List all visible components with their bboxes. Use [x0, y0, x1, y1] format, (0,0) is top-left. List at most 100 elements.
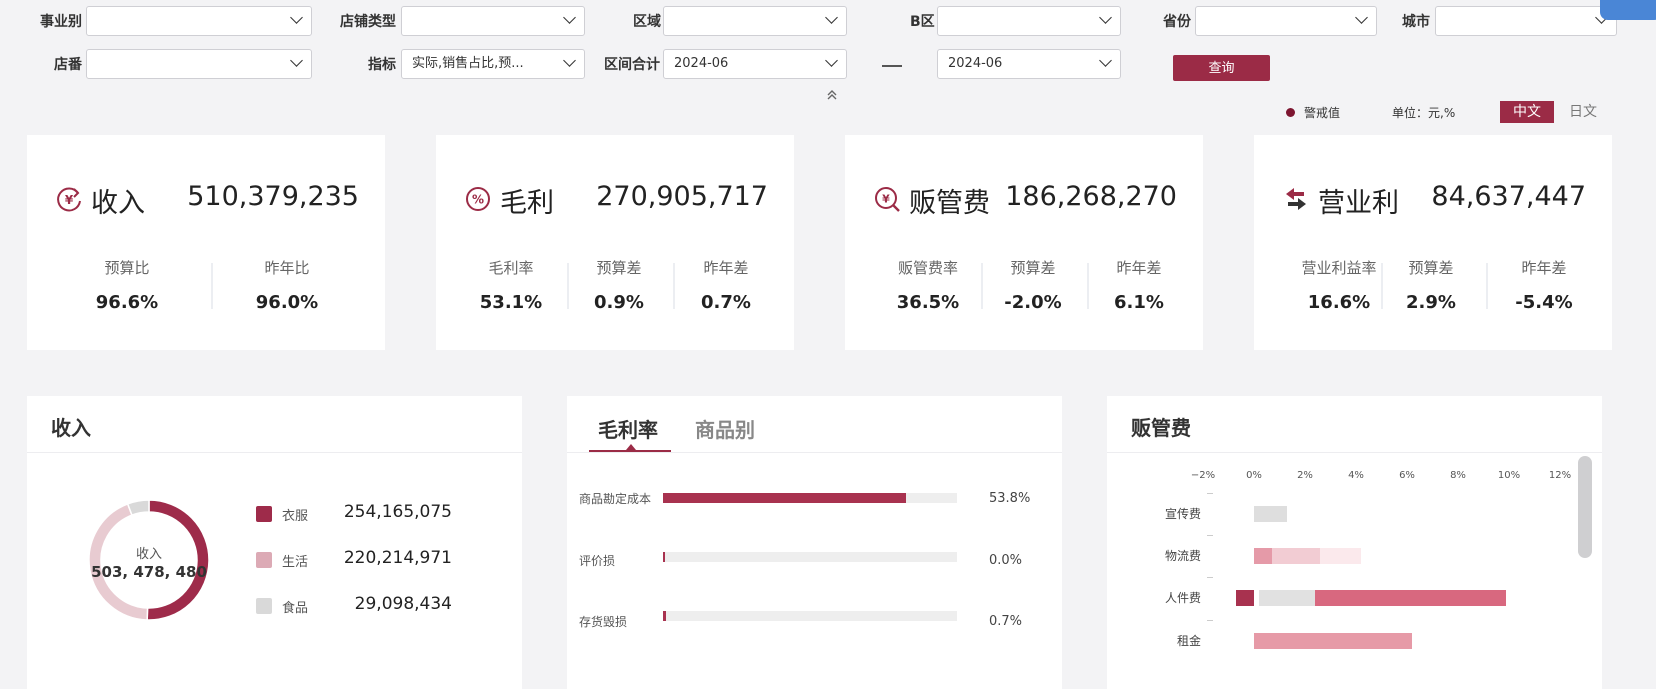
bar-segment — [1236, 590, 1254, 606]
region-select[interactable] — [663, 6, 847, 36]
svg-text:¥: ¥ — [882, 193, 890, 206]
kpi-sub-value: 6.1% — [1114, 292, 1164, 313]
kpi-sub-value: 96.0% — [255, 292, 319, 313]
divider — [1087, 263, 1089, 309]
kpi-sub-metric: 昨年差 -5.4% — [1499, 257, 1589, 313]
city-select[interactable] — [1435, 6, 1617, 36]
divider — [27, 452, 522, 453]
margin-panel: 毛利率 商品别 商品勘定成本 53.8% 评价损 0.0% 存货毁损 0.7% — [567, 396, 1062, 689]
unit-label: 单位：元,% — [1392, 106, 1456, 120]
bar-segment — [1315, 590, 1507, 606]
x-tick-label: 6% — [1399, 470, 1415, 481]
x-tick-label: −2% — [1190, 470, 1216, 481]
corner-button[interactable] — [1600, 0, 1656, 20]
expense-panel: 贩管费 −2% 0% 2% 4% 6% 8% 10% 12% 宣传费 物流费 人件费 租金 — [1107, 396, 1602, 689]
range-end-select[interactable]: 2024-06 — [937, 49, 1121, 79]
svg-text:%: % — [472, 193, 484, 207]
kpi-sub-label: 营业利益率 — [1301, 259, 1377, 277]
divider — [673, 263, 675, 309]
kpi-sub-value: 16.6% — [1307, 292, 1371, 313]
province-select[interactable] — [1195, 6, 1377, 36]
tab-margin-rate[interactable]: 毛利率 — [598, 414, 658, 443]
x-tick-label: 10% — [1497, 470, 1521, 481]
warning-label: 警戒值 — [1304, 106, 1341, 120]
b-area-select[interactable] — [937, 6, 1121, 36]
range-end-value: 2024-06 — [948, 56, 1003, 71]
divider — [981, 263, 983, 309]
kpi-card-revenue: ¥ 收入 510,379,235 预算比 96.6% 昨年比 96.0% — [27, 135, 385, 350]
kpi-title: 贩管费 — [909, 188, 990, 219]
tab-by-product[interactable]: 商品别 — [695, 414, 755, 443]
collapse-up-icon[interactable] — [826, 89, 838, 101]
kpi-sub-metric: 营业利益率 16.6% — [1284, 257, 1394, 313]
bar-segment — [1254, 506, 1288, 522]
bar-track — [663, 611, 957, 621]
kpi-title: 收入 — [91, 188, 145, 219]
yen-exchange-icon: ¥ — [57, 187, 81, 212]
bar-label: 商品勘定成本 — [579, 492, 652, 506]
bar-segment — [1271, 548, 1321, 564]
range-label: 区间合计 — [604, 57, 660, 73]
donut-slice — [126, 499, 150, 517]
metric-select-value: 实际,销售占比,预... — [412, 56, 524, 71]
kpi-sub-label: 昨年差 — [703, 259, 749, 277]
kpi-value: 186,268,270 — [1005, 181, 1177, 212]
kpi-sub-label: 预算差 — [1010, 259, 1056, 277]
bar-value: 53.8% — [989, 491, 1031, 506]
revenue-panel: 收入 收入 503, 478, 480 衣服 254,165,075 生活 22… — [27, 396, 522, 689]
bar — [663, 552, 665, 562]
province-label: 省份 — [1163, 14, 1191, 30]
metric-select[interactable]: 实际,销售占比,预... — [401, 49, 585, 79]
legend-swatch — [256, 552, 272, 568]
kpi-sub-value: 0.7% — [701, 292, 751, 313]
y-tick — [1207, 577, 1213, 578]
range-start-value: 2024-06 — [674, 56, 729, 71]
warning-dot-icon — [1286, 108, 1295, 117]
scrollbar[interactable] — [1578, 456, 1592, 558]
kpi-sub-value: -2.0% — [1004, 292, 1062, 313]
panel-title: 贩管费 — [1131, 416, 1191, 440]
yen-search-icon: ¥ — [875, 187, 900, 212]
store-no-select[interactable] — [86, 49, 312, 79]
bar-segment — [1259, 590, 1316, 606]
business-select[interactable] — [86, 6, 312, 36]
kpi-sub-label: 预算差 — [596, 259, 642, 277]
x-tick-label: 12% — [1548, 470, 1572, 481]
store-type-select[interactable] — [401, 6, 585, 36]
transfer-arrows-icon — [1286, 188, 1306, 210]
x-tick-label: 0% — [1246, 470, 1262, 481]
lang-chinese-button[interactable]: 中文 — [1500, 101, 1554, 123]
kpi-sub-value: 0.9% — [594, 292, 644, 313]
kpi-card-sga: ¥ 贩管费 186,268,270 贩管费率 36.5% 预算差 -2.0% 昨… — [845, 135, 1203, 350]
kpi-sub-label: 昨年差 — [1521, 259, 1567, 277]
bar — [663, 611, 667, 621]
range-start-select[interactable]: 2024-06 — [663, 49, 847, 79]
range-dash — [882, 65, 902, 67]
kpi-sub-label: 预算比 — [104, 259, 150, 277]
legend-value: 220,214,971 — [343, 548, 452, 568]
bar-label: 存货毁损 — [579, 615, 628, 629]
legend-value: 29,098,434 — [354, 594, 452, 614]
kpi-value: 84,637,447 — [1431, 181, 1586, 212]
kpi-sub-label: 毛利率 — [488, 259, 534, 277]
active-tab-arrow — [626, 444, 636, 450]
kpi-sub-metric: 预算差 2.9% — [1386, 257, 1476, 313]
store-type-label: 店铺类型 — [340, 14, 396, 30]
bar-segment — [1254, 633, 1413, 649]
region-label: 区域 — [633, 14, 661, 30]
metric-label: 指标 — [368, 57, 396, 73]
y-category-label: 物流费 — [1164, 549, 1201, 563]
legend-name: 生活 — [282, 555, 309, 570]
bar-segment — [1254, 548, 1272, 564]
donut-center-label: 收入 — [135, 547, 162, 562]
lang-japanese-button[interactable]: 日文 — [1566, 101, 1600, 123]
kpi-sub-value: 36.5% — [896, 292, 960, 313]
kpi-sub-label: 昨年比 — [264, 259, 310, 277]
active-tab-indicator — [589, 450, 671, 452]
query-button[interactable]: 查询 — [1173, 55, 1270, 81]
y-category-label: 宣传费 — [1164, 507, 1201, 521]
legend-swatch — [256, 506, 272, 522]
kpi-sub-value: 53.1% — [479, 292, 543, 313]
kpi-sub-metric: 预算比 96.6% — [77, 257, 177, 313]
legend-value: 254,165,075 — [343, 502, 452, 522]
